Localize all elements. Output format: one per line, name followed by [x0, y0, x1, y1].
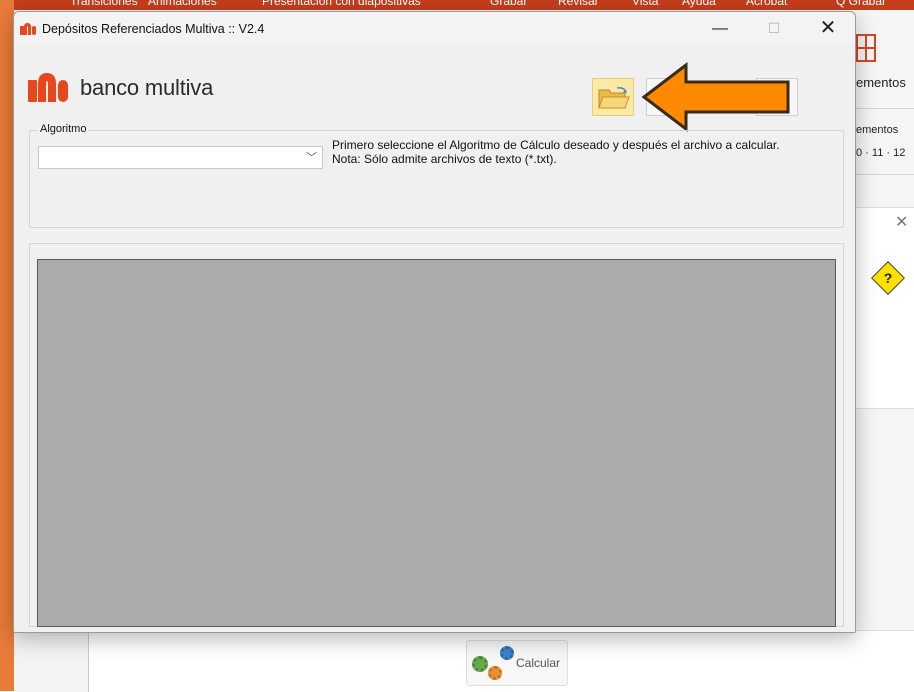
instructions-line: Primero seleccione el Algoritmo de Cálcu… [332, 138, 780, 152]
multiva-logo-icon [28, 73, 68, 102]
minimize-button[interactable]: — [697, 12, 743, 45]
algoritmo-select[interactable]: ﹀ [38, 146, 323, 169]
ribbon-divider [846, 174, 914, 175]
ribbon-tab[interactable]: Animaciones [148, 0, 217, 8]
window-title: Depósitos Referenciados Multiva :: V2.4 [42, 22, 265, 36]
algoritmo-label: Algoritmo [38, 123, 89, 135]
background-ribbon-tabs: Transiciones Animaciones Presentación co… [0, 0, 914, 10]
ribbon-tab[interactable]: Vista [632, 0, 658, 8]
gear-icon [500, 646, 514, 660]
results-area[interactable] [37, 259, 836, 627]
ribbon-tab[interactable]: Acrobat [746, 0, 787, 8]
brand-name: banco multiva [80, 75, 214, 100]
help-question-mark: ? [883, 270, 893, 286]
close-icon[interactable]: ✕ [895, 212, 908, 232]
close-button[interactable]: ✕ [805, 12, 851, 45]
ribbon-tab[interactable]: Grabar [490, 0, 527, 8]
ribbon-divider [846, 108, 914, 109]
maximize-button[interactable]: ☐ [751, 12, 797, 45]
open-file-button[interactable] [592, 78, 634, 116]
ribbon-tab[interactable]: Ayuda [682, 0, 716, 8]
background-dialog [846, 207, 914, 409]
ribbon-tab[interactable]: Revisar [558, 0, 599, 8]
ribbon-tab[interactable]: Presentación con diapositivas [262, 0, 421, 8]
multiva-logo-icon [20, 23, 36, 35]
ribbon-tab[interactable]: Transiciones [70, 0, 138, 8]
app-window: Depósitos Referenciados Multiva :: V2.4 … [13, 11, 856, 633]
chevron-down-icon: ﹀ [306, 152, 317, 164]
background-window-edge [0, 0, 14, 691]
title-bar[interactable]: Depósitos Referenciados Multiva :: V2.4 … [14, 12, 855, 45]
instructions-note: Nota: Sólo admite archivos de texto (*.t… [332, 152, 557, 166]
ribbon-tab[interactable]: Q Grabar [836, 0, 886, 8]
arrow-left-icon [641, 62, 790, 132]
gear-icon [472, 656, 488, 672]
instructions-text: Primero seleccione el Algoritmo de Cálcu… [332, 138, 780, 166]
ruler-ticks: 0 · 11 · 12 [856, 147, 906, 159]
ribbon-group-label: ementos [856, 124, 899, 136]
layout-grid-icon[interactable] [856, 34, 876, 62]
ribbon-group-label: ementos [856, 75, 906, 90]
gear-icon [488, 666, 502, 680]
folder-open-icon [598, 87, 630, 109]
calculate-label: Calcular [516, 656, 561, 670]
